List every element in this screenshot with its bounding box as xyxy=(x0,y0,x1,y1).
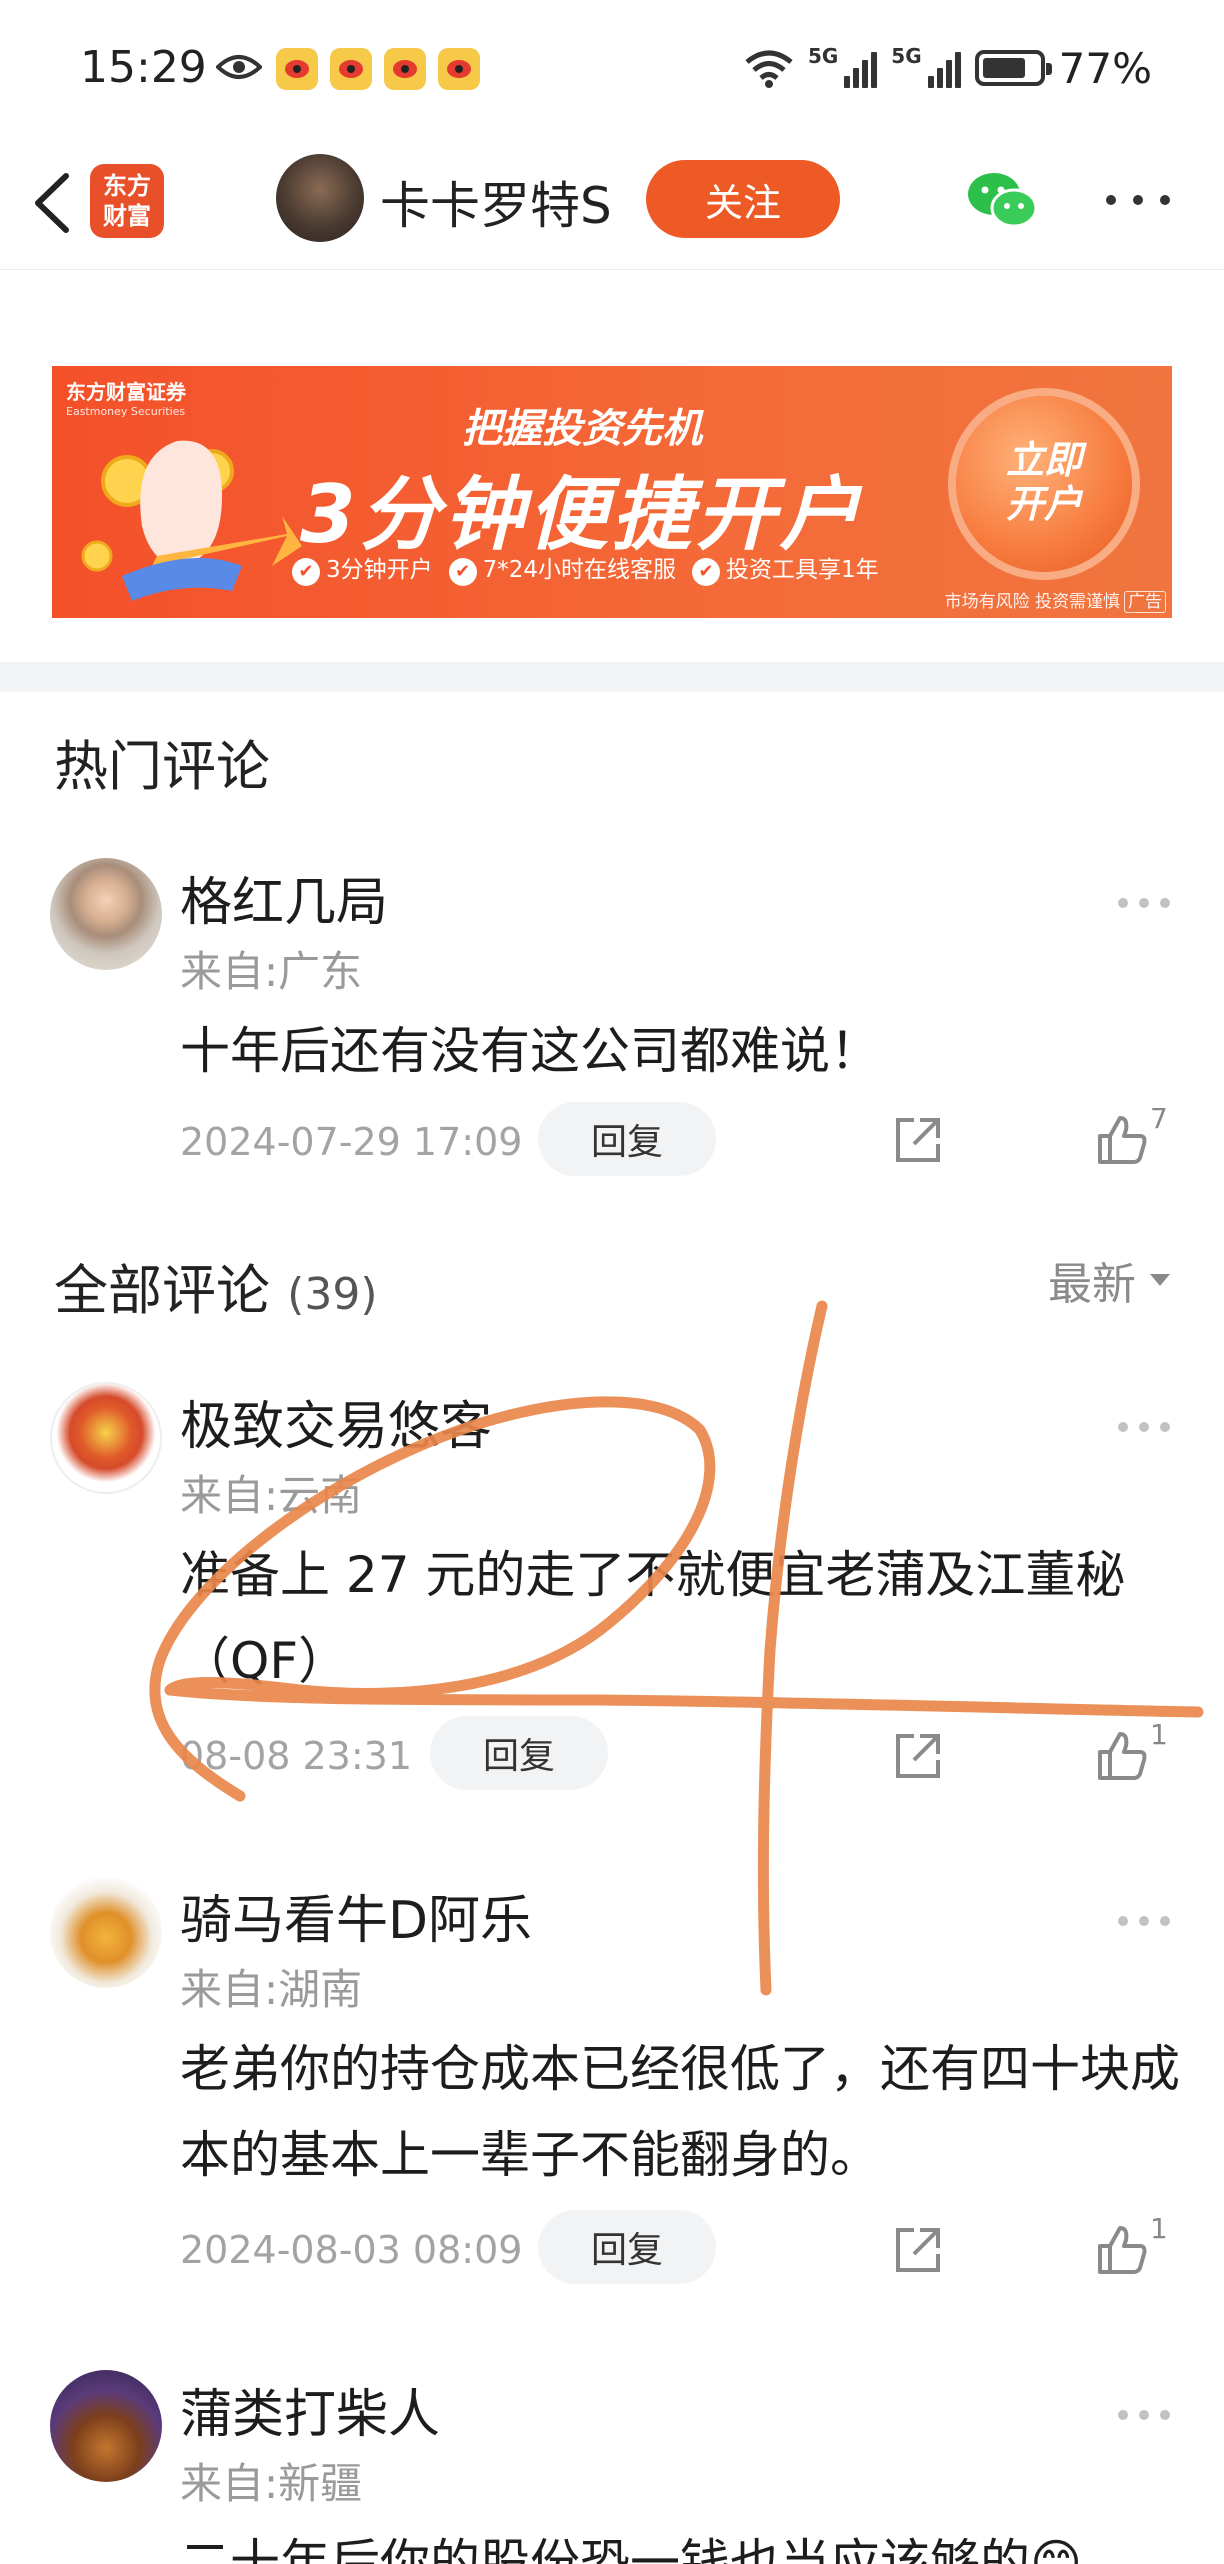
ad-feature: 7*24小时在线客服 xyxy=(449,550,676,586)
logo-text-2: 财富 xyxy=(103,202,151,230)
comment-text[interactable]: 十年后还有没有这公司都难说！ xyxy=(180,1008,1180,1094)
author-name[interactable]: 卡卡罗特S xyxy=(380,166,612,238)
ad-open-account-button[interactable]: 立即 开户 xyxy=(956,396,1132,572)
sort-dropdown[interactable]: 最新 xyxy=(1048,1248,1170,1312)
wechat-icon[interactable] xyxy=(966,170,1040,230)
logo-text-1: 东方 xyxy=(103,172,151,200)
ad-disclaimer-text: 市场有风险 投资需谨慎 xyxy=(944,592,1120,612)
commenter-name[interactable]: 格红几局 xyxy=(180,860,388,935)
like-icon[interactable] xyxy=(1094,2222,1150,2278)
chevron-down-icon xyxy=(1150,1274,1170,1286)
ad-tag: 广告 xyxy=(1124,591,1166,613)
ad-headline-small: 把握投资先机 xyxy=(462,406,702,452)
comment-text[interactable]: 二十年后你的股份恐一钱也当应该够的😊 xyxy=(180,2520,1190,2564)
back-arrow-icon[interactable] xyxy=(26,168,86,238)
hot-comments-title: 热门评论 xyxy=(54,735,270,798)
commenter-location: 来自:云南 xyxy=(180,1471,363,1520)
like-count: 1 xyxy=(1150,2212,1168,2245)
section-divider xyxy=(0,662,1224,692)
ad-banner[interactable]: 东方财富证券 Eastmoney Securities 把握投资先机 3分钟便捷… xyxy=(52,366,1172,618)
comment-text[interactable]: 准备上 27 元的走了不就便宜老蒲及江董秘（QF） xyxy=(180,1532,1180,1704)
like-count: 1 xyxy=(1150,1718,1168,1751)
comment-more-icon[interactable] xyxy=(1118,898,1170,910)
network-type-2: 5G xyxy=(891,44,922,68)
status-bar: 15:29 5G 5G 77% xyxy=(0,0,1224,140)
like-count: 7 xyxy=(1150,1102,1168,1135)
share-icon[interactable] xyxy=(890,2222,946,2278)
author-avatar[interactable] xyxy=(276,154,364,242)
comment-time: 2024-07-29 17:09 xyxy=(180,1120,523,1164)
all-comments-count: (39) xyxy=(287,1269,378,1320)
ad-headline-large: 3分钟便捷开户 xyxy=(300,468,864,561)
status-right: 5G 5G 77% xyxy=(744,40,1152,96)
share-icon[interactable] xyxy=(890,1112,946,1168)
like-icon[interactable] xyxy=(1094,1112,1150,1168)
battery-percent: 77% xyxy=(1058,43,1152,93)
ad-feature-list: 3分钟开户 7*24小时在线客服 投资工具享1年 xyxy=(292,550,879,586)
weibo-icon xyxy=(438,48,480,90)
reply-button[interactable]: 回复 xyxy=(538,2210,716,2284)
coin-hand-illustration-icon xyxy=(81,440,302,601)
comment-more-icon[interactable] xyxy=(1118,1422,1170,1434)
comment-time: 08-08 23:31 xyxy=(180,1734,413,1778)
commenter-location: 来自:广东 xyxy=(180,947,363,996)
like-icon[interactable] xyxy=(1094,1728,1150,1784)
eastmoney-logo[interactable]: 东方 财富 xyxy=(90,164,164,238)
comment-more-icon[interactable] xyxy=(1118,1916,1170,1928)
commenter-avatar[interactable] xyxy=(50,858,162,970)
ad-brand: 东方财富证券 Eastmoney Securities xyxy=(66,376,186,418)
ad-feature: 投资工具享1年 xyxy=(692,550,879,586)
all-comments-label: 全部评论 xyxy=(54,1259,270,1322)
share-icon[interactable] xyxy=(890,1728,946,1784)
signal-icon xyxy=(844,48,878,88)
reply-button[interactable]: 回复 xyxy=(430,1716,608,1790)
ad-cta-line-1: 立即 xyxy=(1005,438,1082,482)
weibo-icon xyxy=(276,48,318,90)
ad-feature: 3分钟开户 xyxy=(292,550,433,586)
comment-more-icon[interactable] xyxy=(1118,2410,1170,2422)
more-options-icon[interactable] xyxy=(1106,190,1170,210)
follow-button[interactable]: 关注 xyxy=(646,160,840,238)
network-type-1: 5G xyxy=(807,44,839,68)
commenter-name[interactable]: 蒲类打柴人 xyxy=(180,2372,440,2447)
commenter-name[interactable]: 骑马看牛D阿乐 xyxy=(180,1878,532,1953)
commenter-avatar[interactable] xyxy=(50,2370,162,2482)
battery-icon xyxy=(974,50,1052,86)
comment-time: 2024-08-03 08:09 xyxy=(180,2228,523,2272)
eye-icon xyxy=(216,55,262,79)
signal-icon xyxy=(927,48,961,88)
commenter-name[interactable]: 极致交易悠客 xyxy=(180,1384,492,1459)
commenter-avatar[interactable] xyxy=(50,1382,162,1494)
all-comments-title: 全部评论 (39) xyxy=(54,1246,378,1325)
ad-cta-line-2: 开户 xyxy=(1005,482,1082,526)
wifi-icon xyxy=(745,50,793,88)
weibo-icon xyxy=(330,48,372,90)
article-header: 东方 财富 卡卡罗特S 关注 xyxy=(0,140,1224,270)
ad-disclaimer: 市场有风险 投资需谨慎 广告 xyxy=(944,587,1166,613)
ad-brand-cn: 东方财富证券 xyxy=(66,380,186,404)
status-time: 15:29 xyxy=(80,42,207,93)
reply-button[interactable]: 回复 xyxy=(538,1102,716,1176)
sort-label: 最新 xyxy=(1048,1259,1136,1310)
weibo-icon xyxy=(384,48,426,90)
commenter-avatar[interactable] xyxy=(50,1876,162,1988)
commenter-location: 来自:湖南 xyxy=(180,1965,363,2014)
comment-text[interactable]: 老弟你的持仓成本已经很低了，还有四十块成本的基本上一辈子不能翻身的。 xyxy=(180,2026,1180,2198)
commenter-location: 来自:新疆 xyxy=(180,2459,363,2508)
